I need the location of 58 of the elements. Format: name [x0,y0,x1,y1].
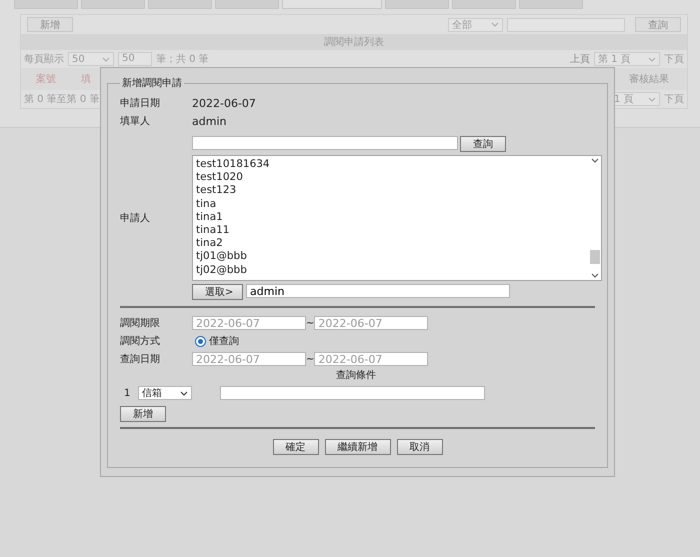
picked-user-field[interactable]: admin [246,284,510,298]
tab[interactable] [81,0,145,9]
search-field[interactable] [507,18,625,32]
caret-icon [648,56,656,62]
user-item[interactable]: tina11 [196,224,586,238]
conditions-title: 查詢條件 [336,370,376,381]
record-range: 第 0 筆至第 0 筆 [24,93,100,106]
condition-number: 1 [123,388,132,398]
per-page-label: 每頁顯示 [24,52,64,66]
caret-icon [591,273,599,278]
caret-icon [591,158,599,163]
tab[interactable] [519,0,583,9]
field-label: 填單人 [120,114,151,128]
dialog-button[interactable]: 確定 [272,439,318,455]
user-item[interactable]: tj02@bbb [196,264,586,277]
pick-button[interactable]: 選取> [192,284,243,300]
column-header: 案號 [35,72,57,86]
record-count: 筆；共 0 筆 [156,52,209,66]
caret-icon [648,96,656,102]
add-condition-button[interactable]: 新增 [120,406,166,422]
condition-value-field[interactable] [220,386,485,400]
tab[interactable] [385,0,449,9]
caret-icon [180,390,188,396]
tab[interactable] [282,0,382,9]
tab[interactable] [215,0,279,9]
user-item[interactable]: tina [196,198,586,211]
caret-icon [102,56,110,62]
user-item[interactable]: test123 [196,184,586,198]
caret-icon [491,22,499,27]
tab[interactable] [452,0,516,9]
field-label: 申請日期 [120,96,161,110]
user-search-field[interactable] [192,136,458,150]
dialog-button[interactable]: 繼續新增 [324,439,390,455]
column-header: 填 [81,72,91,86]
radio-option[interactable]: 僅查詢 [195,334,239,348]
user-list[interactable]: test10181634 test1020 test123 tina tina1 tina11 tina2 tj01@bbb tj02@bbb [192,155,602,281]
field-value: admin [192,114,226,128]
user-item[interactable]: tina2 [196,237,586,250]
field-label: 查詢日期 [120,352,161,366]
user-item[interactable]: test10181634 [196,158,586,172]
column-header: 審核結果 [629,72,669,86]
dialog-title: 新增調閱申請 [121,76,183,90]
tab[interactable] [14,0,78,9]
field-label: 調閱期限 [120,316,161,330]
field-label: 申請人 [120,212,151,225]
user-item[interactable]: tina1 [196,210,586,224]
range-separator: ~ [306,318,314,328]
user-item[interactable]: tj01@bbb [196,250,586,264]
field-value: 2022-06-07 [192,96,256,110]
dialog-button[interactable]: 取消 [396,439,442,455]
field-label: 調閱方式 [120,334,161,348]
range-separator: ~ [306,354,314,364]
condition-field-select[interactable]: 信箱 [138,386,192,400]
list-title: 調閱申請列表 [21,34,687,50]
user-item[interactable]: test1020 [196,171,586,184]
scrollbar-thumb[interactable] [590,250,600,264]
tab[interactable] [148,0,212,9]
search-button[interactable]: 查詢 [460,136,506,152]
